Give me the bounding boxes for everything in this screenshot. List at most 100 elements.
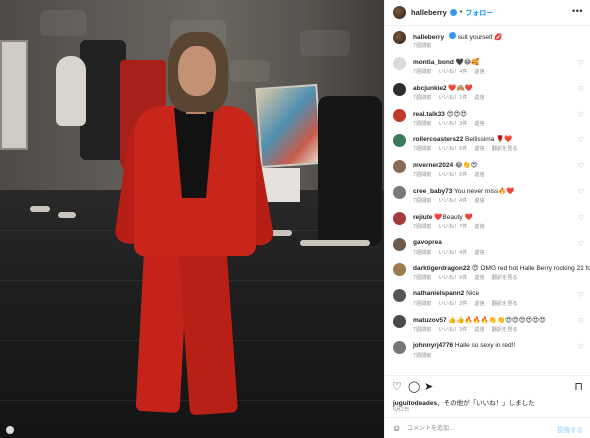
comment-username[interactable]: rejiute	[413, 214, 433, 221]
avatar[interactable]	[393, 57, 406, 70]
comment-username[interactable]: abcjunkie2	[413, 85, 447, 92]
comment-like-icon[interactable]: ♡	[578, 265, 584, 273]
comment-likes[interactable]: いいね！7件	[438, 224, 467, 230]
comment-likes[interactable]: いいね！5件	[438, 146, 467, 152]
comment-row: rollercoasters22 Bellissima 🌹❤️ 7週間前 いいね！5…	[393, 134, 590, 158]
comment-username[interactable]: montia_bond	[413, 59, 454, 66]
comment-username[interactable]: rollercoasters22	[413, 136, 463, 143]
comment-username[interactable]: gavoprea	[413, 239, 442, 246]
reply-link[interactable]: 返信	[474, 95, 484, 101]
reply-link[interactable]: 返信	[474, 275, 484, 281]
avatar[interactable]	[393, 186, 406, 199]
comment-row: matuzov57 👍👍🔥🔥🔥👏👏😍😍😍😍😍😍 7週間前 いいね！3件 返信 翻訳を見る…	[393, 315, 590, 339]
post-photo[interactable]	[0, 0, 384, 438]
reply-link[interactable]: 返信	[474, 250, 484, 256]
verified-icon	[449, 9, 457, 16]
comment-username[interactable]: nathanielspann2	[413, 290, 464, 297]
reply-link[interactable]: 返信	[474, 69, 484, 75]
comment-likes[interactable]: いいね！4件	[438, 198, 467, 204]
comment-text: Nice	[466, 290, 480, 298]
comment-likes[interactable]: いいね！3件	[438, 301, 467, 307]
comment-username[interactable]: johnnyrj4776	[413, 342, 453, 349]
comment-likes[interactable]: いいね！4件	[438, 69, 467, 75]
caption-time: 7週間前	[413, 43, 432, 49]
avatar[interactable]	[393, 82, 406, 96]
comment-text: Halle so sexy in red!!	[454, 341, 516, 349]
share-icon[interactable]: ➤	[424, 380, 433, 393]
wall-frame	[0, 40, 28, 150]
avatar[interactable]	[393, 211, 406, 225]
reply-link[interactable]: 返信	[474, 224, 484, 230]
emoji-icon[interactable]: ☺	[392, 423, 401, 433]
comment-like-icon[interactable]: ♡	[578, 85, 584, 93]
avatar[interactable]	[393, 134, 406, 148]
comment-username[interactable]: real.talk33	[413, 111, 445, 118]
tag-icon[interactable]	[6, 426, 14, 434]
avatar[interactable]	[393, 315, 406, 328]
avatar[interactable]	[393, 6, 406, 19]
reply-link[interactable]: 返信	[474, 198, 484, 204]
reply-link[interactable]: 返信	[474, 172, 484, 178]
likes-summary: juguitodeades、その他が「いいね！」しました	[393, 397, 535, 407]
comment-likes[interactable]: いいね！4件	[438, 250, 467, 256]
likes-suffix: 、その他が「いいね！」しました	[437, 400, 535, 407]
reply-link[interactable]: 返信	[474, 301, 484, 307]
comment-like-icon[interactable]: ♡	[578, 111, 584, 119]
comment-like-icon[interactable]: ♡	[578, 317, 584, 325]
bookmark-icon[interactable]: ⊓	[574, 380, 583, 393]
comment-like-icon[interactable]: ♡	[578, 136, 584, 144]
shoe	[58, 212, 76, 218]
avatar[interactable]	[393, 31, 406, 44]
comment-icon[interactable]: ◯	[408, 380, 420, 393]
comment-time: 7週間前	[413, 146, 432, 153]
comment-row: rejiute ❤️Beauty ❤️ 7週間前 いいね！7件 返信 ♡	[393, 211, 590, 236]
comment-like-icon[interactable]: ♡	[578, 59, 584, 67]
avatar[interactable]	[393, 263, 406, 277]
translate-link[interactable]: 翻訳を見る	[492, 275, 518, 281]
avatar[interactable]	[393, 289, 406, 303]
caption-username[interactable]: halleberry	[413, 34, 444, 41]
post-button[interactable]: 投稿する	[557, 424, 583, 434]
avatar[interactable]	[393, 237, 406, 251]
comment-like-icon[interactable]: ♡	[578, 240, 584, 248]
comment-like-icon[interactable]: ♡	[578, 214, 584, 222]
translate-link[interactable]: 翻訳を見る	[492, 301, 518, 307]
shoe-row	[300, 240, 370, 246]
comment-time: 7週間前	[413, 69, 432, 75]
comment-username[interactable]: mverner2024	[413, 162, 453, 169]
comment-time: 7週間前	[413, 352, 432, 359]
comments-list[interactable]: halleberry suit yourself 💋 7週間前 montia_b…	[385, 27, 590, 375]
comment-text: You never miss🔥❤️	[454, 188, 515, 195]
more-options-icon[interactable]: •••	[572, 6, 583, 16]
comment-like-icon[interactable]: ♡	[578, 162, 584, 170]
comment-text: ❤️Beauty ❤️	[434, 213, 473, 221]
heart-icon[interactable]: ♡	[392, 380, 402, 393]
comment-username[interactable]: matuzov57	[413, 317, 447, 324]
comment-likes[interactable]: いいね！3件	[438, 121, 467, 127]
avatar[interactable]	[393, 340, 406, 354]
reply-link[interactable]: 返信	[474, 327, 484, 333]
comment-time: 7週間前	[413, 249, 432, 256]
follow-button[interactable]: フォロー	[465, 8, 493, 18]
reply-link[interactable]: 返信	[474, 121, 484, 127]
comment-input[interactable]	[407, 422, 547, 435]
comment-likes[interactable]: いいね！1件	[438, 95, 467, 101]
post-sidebar: halleberry • フォロー ••• halleberry suit yo…	[384, 0, 590, 438]
comment-text: 😍😍😍	[446, 110, 467, 118]
comment-like-icon[interactable]: ♡	[578, 343, 584, 351]
avatar[interactable]	[393, 160, 406, 174]
avatar[interactable]	[393, 108, 406, 122]
comment-likes[interactable]: いいね！6件	[438, 172, 467, 178]
comment-likes[interactable]: いいね！9件	[438, 275, 467, 281]
comment-time: 7週間前	[413, 120, 432, 127]
comment-like-icon[interactable]: ♡	[578, 188, 584, 196]
comment-username[interactable]: cree_baby73	[413, 188, 452, 195]
caption-text: suit yourself 💋	[457, 34, 503, 41]
comment-likes[interactable]: いいね！3件	[438, 327, 467, 333]
translate-link[interactable]: 翻訳を見る	[492, 327, 518, 333]
reply-link[interactable]: 返信	[474, 146, 484, 152]
translate-link[interactable]: 翻訳を見る	[492, 146, 518, 152]
comment-like-icon[interactable]: ♡	[578, 291, 584, 299]
comment-username[interactable]: darktigerdragon22	[413, 265, 470, 272]
header-username[interactable]: halleberry	[411, 8, 447, 17]
